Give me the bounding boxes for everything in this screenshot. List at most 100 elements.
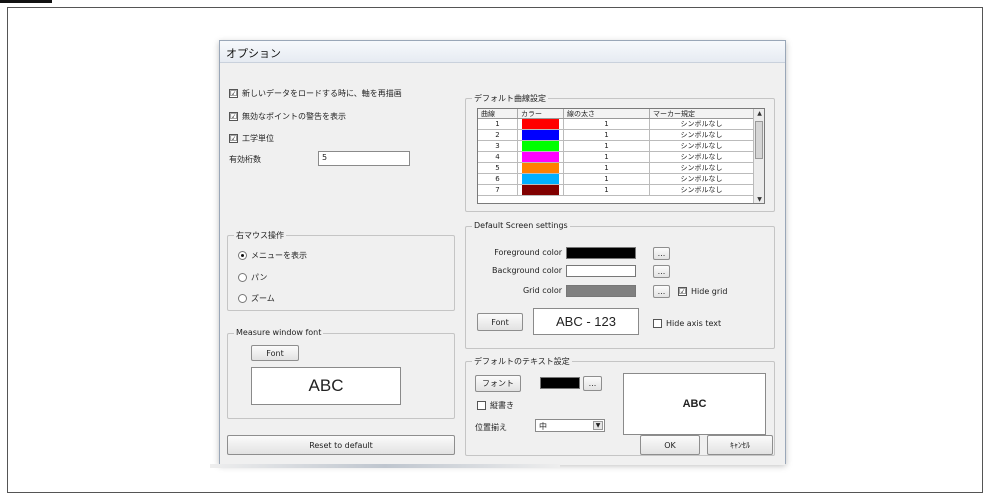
marker-cell[interactable]: シンボルなし	[650, 185, 754, 196]
marker-cell[interactable]: シンボルなし	[650, 141, 754, 152]
invalid-points-checkbox[interactable]: ☑	[229, 112, 238, 121]
redraw-label: 新しいデータをロードする時に、軸を再描画	[242, 89, 402, 98]
table-row[interactable]: 5 1 シンボルなし	[478, 163, 754, 174]
color-cell[interactable]	[518, 141, 564, 152]
curve-number-cell: 3	[478, 141, 518, 152]
options-dialog: オプション ☑ 新しいデータをロードする時に、軸を再描画 ☑ 無効なポイントの警…	[219, 40, 786, 465]
table-row[interactable]: 6 1 シンボルなし	[478, 174, 754, 185]
marker-cell[interactable]: シンボルなし	[650, 119, 754, 130]
foreground-color-picker-button[interactable]: ...	[653, 247, 670, 260]
table-row[interactable]: 7 1 シンボルなし	[478, 185, 754, 196]
hide-axis-text-checkbox[interactable]	[653, 319, 662, 328]
background-color-picker-button[interactable]: ...	[653, 265, 670, 278]
hide-axis-text-checkbox-row[interactable]: Hide axis text	[653, 319, 721, 328]
color-cell[interactable]	[518, 152, 564, 163]
invalid-points-checkbox-row[interactable]: ☑ 無効なポイントの警告を表示	[229, 111, 346, 122]
corner-mark	[0, 0, 52, 3]
cancel-button[interactable]: ｷｬﾝｾﾙ	[707, 435, 773, 455]
width-cell[interactable]: 1	[564, 152, 650, 163]
color-cell[interactable]	[518, 174, 564, 185]
marker-cell[interactable]: シンボルなし	[650, 163, 754, 174]
grid-color-picker-button[interactable]: ...	[653, 285, 670, 298]
radio-menu-label: メニューを表示	[251, 251, 307, 260]
text-settings-preview: ABC	[623, 373, 766, 435]
screen-font-preview: ABC - 123	[533, 308, 639, 335]
scroll-up-icon[interactable]: ▲	[754, 109, 764, 119]
radio-row-zoom[interactable]: ズーム	[238, 293, 275, 304]
table-row[interactable]: 4 1 シンボルなし	[478, 152, 754, 163]
dropdown-arrow-icon[interactable]: ▼	[593, 421, 603, 430]
table-row[interactable]: 1 1 シンボルなし	[478, 119, 754, 130]
alignment-dropdown[interactable]: 中 ▼	[535, 419, 605, 432]
width-cell[interactable]: 1	[564, 141, 650, 152]
curve-table-scrollbar[interactable]: ▲ ▼	[753, 109, 764, 203]
curve-number-cell: 5	[478, 163, 518, 174]
col-color[interactable]: カラー	[518, 109, 564, 118]
col-curve[interactable]: 曲線	[478, 109, 518, 118]
background-color-swatch[interactable]	[566, 265, 636, 277]
table-row[interactable]: 3 1 シンボルなし	[478, 141, 754, 152]
curve-settings-group: デフォルト曲線設定 曲線 カラー 線の太さ マーカー規定 1 1 シンボルなし 2 1 シ…	[465, 93, 775, 212]
text-color-swatch[interactable]	[540, 377, 580, 389]
screen-font-button[interactable]: Font	[477, 313, 523, 331]
radio-pan[interactable]	[238, 273, 247, 282]
table-row[interactable]: 2 1 シンボルなし	[478, 130, 754, 141]
engineering-units-checkbox[interactable]: ☑	[229, 134, 238, 143]
marker-cell[interactable]: シンボルなし	[650, 152, 754, 163]
dialog-titlebar[interactable]: オプション	[220, 41, 785, 63]
text-color-picker-button[interactable]: ...	[583, 376, 602, 391]
ok-button[interactable]: OK	[640, 435, 700, 455]
color-cell[interactable]	[518, 185, 564, 196]
background-color-label: Background color	[492, 266, 562, 275]
vertical-text-checkbox[interactable]	[477, 401, 486, 410]
foreground-color-label: Foreground color	[494, 248, 562, 257]
col-width[interactable]: 線の太さ	[564, 109, 650, 118]
hide-grid-checkbox[interactable]: ☑	[678, 287, 687, 296]
scroll-thumb[interactable]	[755, 121, 763, 159]
vertical-text-checkbox-row[interactable]: 縦書き	[477, 400, 514, 411]
color-cell[interactable]	[518, 130, 564, 141]
radio-menu[interactable]	[238, 251, 247, 260]
redraw-checkbox-row[interactable]: ☑ 新しいデータをロードする時に、軸を再描画	[229, 88, 402, 99]
curve-settings-title: デフォルト曲線設定	[472, 93, 548, 104]
measure-font-button[interactable]: Font	[251, 345, 299, 361]
width-cell[interactable]: 1	[564, 174, 650, 185]
color-cell[interactable]	[518, 163, 564, 174]
color-bar	[522, 174, 559, 184]
grid-color-swatch[interactable]	[566, 285, 636, 297]
curve-number-cell: 7	[478, 185, 518, 196]
alignment-label: 位置揃え	[475, 423, 507, 432]
right-mouse-group-title: 右マウス操作	[234, 230, 286, 241]
engineering-units-checkbox-row[interactable]: ☑ 工学単位	[229, 133, 274, 144]
col-marker[interactable]: マーカー規定	[650, 109, 754, 118]
width-cell[interactable]: 1	[564, 163, 650, 174]
color-bar	[522, 141, 559, 151]
width-cell[interactable]: 1	[564, 119, 650, 130]
marker-cell[interactable]: シンボルなし	[650, 130, 754, 141]
radio-row-pan[interactable]: パン	[238, 272, 267, 283]
curve-number-cell: 2	[478, 130, 518, 141]
marker-cell[interactable]: シンボルなし	[650, 174, 754, 185]
screenshot-canvas: オプション ☑ 新しいデータをロードする時に、軸を再描画 ☑ 無効なポイントの警…	[0, 0, 992, 496]
foreground-color-swatch[interactable]	[566, 247, 636, 259]
radio-zoom[interactable]	[238, 294, 247, 303]
scroll-down-icon[interactable]: ▼	[754, 195, 764, 203]
right-mouse-group: 右マウス操作 メニューを表示 パン ズーム	[227, 230, 455, 311]
text-font-button[interactable]: フォント	[475, 375, 521, 392]
hide-grid-checkbox-row[interactable]: ☑ Hide grid	[678, 287, 727, 296]
curve-table-header: 曲線 カラー 線の太さ マーカー規定	[478, 109, 754, 119]
radio-zoom-label: ズーム	[251, 294, 275, 303]
width-cell[interactable]: 1	[564, 130, 650, 141]
reset-to-default-button[interactable]: Reset to default	[227, 435, 455, 455]
sig-digits-input[interactable]: 5	[318, 151, 410, 166]
radio-pan-label: パン	[251, 273, 268, 282]
color-cell[interactable]	[518, 119, 564, 130]
dialog-title: オプション	[226, 47, 281, 60]
radio-row-menu[interactable]: メニューを表示	[238, 250, 307, 261]
redraw-checkbox[interactable]: ☑	[229, 89, 238, 98]
width-cell[interactable]: 1	[564, 185, 650, 196]
curve-number-cell: 1	[478, 119, 518, 130]
dialog-shadow-strip	[210, 464, 560, 468]
curve-number-cell: 4	[478, 152, 518, 163]
engineering-units-label: 工学単位	[242, 134, 274, 143]
